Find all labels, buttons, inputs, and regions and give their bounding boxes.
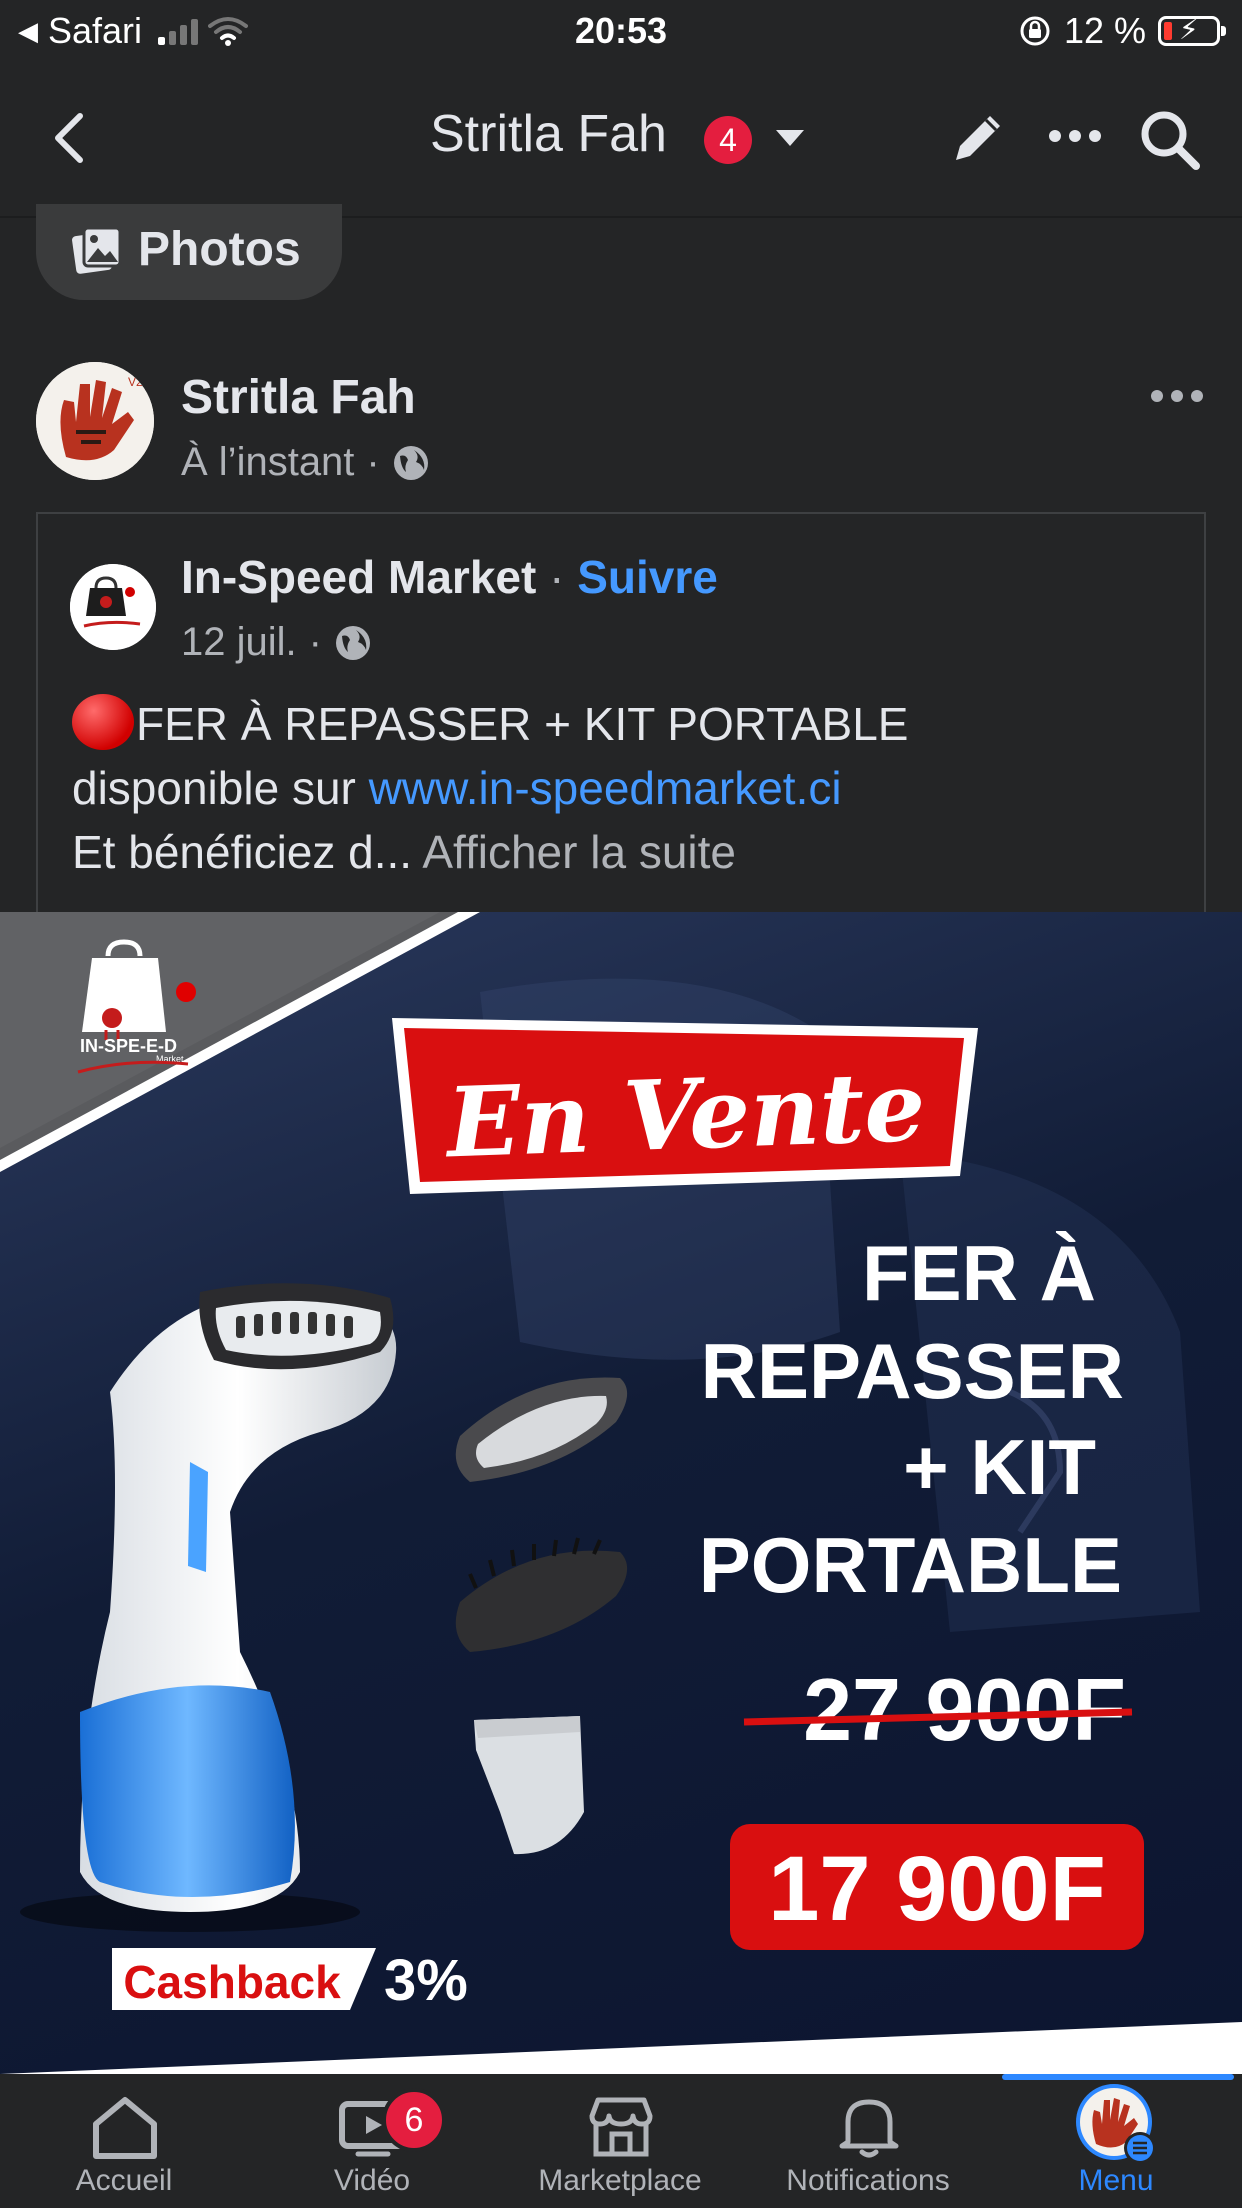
shared-post-text: FER À REPASSER + KIT PORTABLE disponible… xyxy=(72,692,1192,884)
author-avatar[interactable]: V2 xyxy=(36,362,154,480)
status-bar-right: 12 % ⚡ xyxy=(1018,10,1226,52)
video-badge: 6 xyxy=(382,2088,446,2152)
headline-line2: REPASSER xyxy=(701,1327,1124,1415)
search-icon[interactable] xyxy=(1138,108,1202,172)
shared-page-name[interactable]: In-Speed Market xyxy=(181,551,536,603)
cashback-badge: Cashback 3% xyxy=(112,1948,468,2013)
header-notification-badge: 4 xyxy=(704,116,752,164)
photos-button[interactable]: Photos xyxy=(36,204,342,300)
en-vente-banner: En Vente xyxy=(392,1018,978,1194)
red-circle-emoji-icon xyxy=(72,694,134,750)
globe-icon xyxy=(393,445,428,480)
battery-percent: 12 % xyxy=(1063,10,1146,51)
post-options-icon[interactable] xyxy=(1150,386,1204,406)
bottom-tab-bar: Accueil 6 Vidéo Marketplace Notification… xyxy=(0,2074,1242,2208)
new-price: 17 900F xyxy=(768,1838,1106,1940)
photos-label: Photos xyxy=(138,223,301,276)
separator-dot: · xyxy=(549,551,565,603)
page-avatar[interactable] xyxy=(70,564,156,650)
post-timestamp: À l’instant · xyxy=(181,440,430,485)
website-link[interactable]: www.in-speedmarket.ci xyxy=(369,762,842,814)
post-text-line3: Et bénéficiez d... xyxy=(72,826,413,878)
tab-accueil[interactable]: Accueil xyxy=(0,2074,248,2208)
shared-date-text: 12 juil. xyxy=(181,620,297,664)
cashback-value: 3% xyxy=(384,1948,468,2013)
home-icon xyxy=(93,2097,157,2159)
steamer-product-image xyxy=(20,1283,628,1932)
separator-dot: · xyxy=(308,620,322,664)
post-time-text: À l’instant xyxy=(181,440,355,484)
post-text-line1: FER À REPASSER + KIT PORTABLE xyxy=(136,698,909,750)
banner-text: En Vente xyxy=(442,1050,927,1180)
battery-icon: ⚡ xyxy=(1158,14,1226,46)
separator-dot: · xyxy=(366,440,380,484)
tab-notifications[interactable]: Notifications xyxy=(744,2074,992,2208)
tab-label: Accueil xyxy=(75,2164,173,2197)
old-price: 27 900F xyxy=(803,1660,1126,1759)
tab-label: Vidéo xyxy=(333,2164,411,2197)
brand-logo-text: IN-SPE-E-D xyxy=(80,1036,177,1056)
shared-page-header: In-Speed Market · Suivre xyxy=(181,550,718,604)
tab-label: Notifications xyxy=(786,2164,950,2197)
svg-text:V2: V2 xyxy=(128,375,143,389)
post-text-line2: disponible sur xyxy=(72,762,369,814)
profile-title[interactable]: Stritla Fah xyxy=(430,104,667,164)
ad-image[interactable]: IN-SPE-E-D Market En Vente FER À REPASSE… xyxy=(0,912,1242,2074)
tab-marketplace[interactable]: Marketplace xyxy=(496,2074,744,2208)
headline-line3: + KIT xyxy=(903,1423,1096,1511)
orientation-lock-icon xyxy=(1020,16,1050,46)
headline-line4: PORTABLE xyxy=(699,1521,1122,1609)
tab-label: Menu xyxy=(1078,2164,1154,2197)
tab-video[interactable]: 6 Vidéo xyxy=(248,2074,496,2208)
marketplace-icon xyxy=(589,2097,653,2157)
pencil-icon[interactable] xyxy=(948,108,1008,168)
headline-line1: FER À xyxy=(862,1229,1096,1317)
tab-menu[interactable]: Menu xyxy=(992,2074,1240,2208)
bell-icon xyxy=(839,2099,899,2158)
back-arrow-icon[interactable] xyxy=(50,112,90,164)
shared-post-date: 12 juil. · xyxy=(181,620,372,665)
see-more-link[interactable]: Afficher la suite xyxy=(422,826,736,878)
tab-label: Marketplace xyxy=(538,2164,702,2197)
more-icon[interactable] xyxy=(1048,126,1102,146)
post-author[interactable]: Stritla Fah xyxy=(181,370,416,425)
cashback-label: Cashback xyxy=(123,1956,341,2008)
menu-avatar-icon xyxy=(1076,2084,1156,2164)
chevron-down-icon[interactable] xyxy=(776,130,804,146)
photos-icon xyxy=(72,226,122,274)
globe-icon xyxy=(335,625,370,660)
follow-link[interactable]: Suivre xyxy=(577,551,718,603)
